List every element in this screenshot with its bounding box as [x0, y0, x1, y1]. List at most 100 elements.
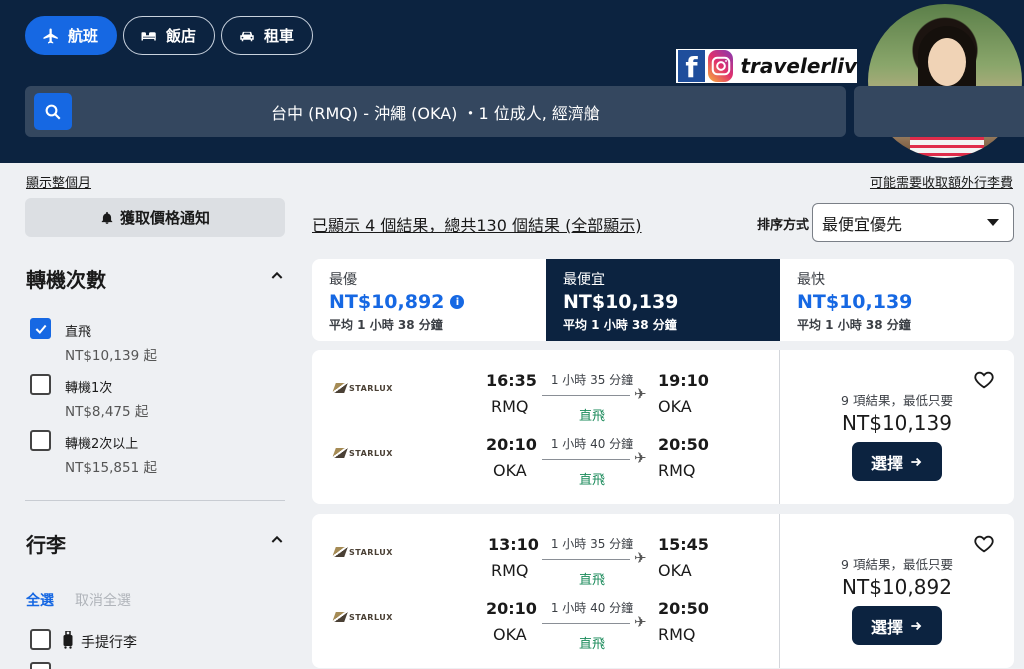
select-label: 選擇	[870, 453, 903, 473]
sort-tab-best[interactable]: 最優 NT$10,892 i 平均 1 小時 38 分鐘	[312, 259, 546, 341]
arrival-time: 20:50	[658, 599, 709, 618]
show-whole-month-link[interactable]: 顯示整個月	[26, 172, 91, 191]
stops-label: 直飛	[578, 637, 605, 652]
route-line	[542, 459, 630, 460]
filter-divider	[25, 500, 285, 501]
chevron-up-icon[interactable]	[269, 268, 285, 284]
departure-airport: OKA	[493, 625, 527, 644]
secondary-search-field[interactable]	[854, 86, 1024, 137]
product-tabs: 航班 飯店 租車	[25, 16, 314, 55]
plane-icon: ✈	[634, 449, 647, 467]
plane-icon: ✈	[634, 385, 647, 403]
sort-tab-label: 最快	[797, 272, 825, 288]
search-summary-bar[interactable]: 台中 (RMQ) - 沖繩 (OKA) ・1 位成人, 經濟艙	[25, 86, 846, 137]
facebook-icon: f	[678, 50, 706, 82]
checkbox-baggage-next[interactable]	[30, 662, 51, 669]
tab-flights[interactable]: 航班	[25, 16, 118, 55]
deselect-all-link[interactable]: 取消全選	[75, 590, 131, 610]
flight-card[interactable]: STARLUX 16:35 RMQ 1 小時 35 分鐘 ✈ 直飛 19:10 …	[312, 350, 1014, 504]
bed-icon	[141, 31, 156, 40]
heart-icon[interactable]	[973, 533, 995, 555]
tab-label: 航班	[68, 27, 99, 45]
tab-hotels[interactable]: 飯店	[123, 16, 216, 55]
plane-icon: ✈	[634, 613, 647, 631]
sort-tab-duration: 平均 1 小時 38 分鐘	[563, 318, 677, 332]
sort-tab-cheapest[interactable]: 最便宜 NT$10,139 平均 1 小時 38 分鐘	[546, 259, 780, 341]
tab-cars[interactable]: 租車	[221, 16, 314, 55]
checkbox-two-plus-stops[interactable]	[30, 430, 51, 451]
baggage-fee-link[interactable]: 可能需要收取額外行李費	[870, 172, 1013, 191]
select-flight-button[interactable]: 選擇	[852, 606, 942, 645]
price-note: 9 項結果，最低只要	[841, 557, 953, 572]
instagram-icon	[708, 50, 734, 82]
checkbox-one-stop[interactable]	[30, 374, 51, 395]
stops-option-price: NT$15,851 起	[65, 460, 157, 476]
checkbox-nonstop[interactable]	[30, 318, 51, 339]
price-note: 9 項結果，最低只要	[841, 393, 953, 408]
info-icon[interactable]: i	[450, 295, 465, 309]
sort-tab-fastest[interactable]: 最快 NT$10,139 平均 1 小時 38 分鐘	[780, 259, 1014, 341]
sort-tab-price: NT$10,139	[797, 291, 913, 313]
plane-icon: ✈	[634, 549, 647, 567]
select-flight-button[interactable]: 選擇	[852, 442, 942, 481]
sort-tabs: 最優 NT$10,892 i 平均 1 小時 38 分鐘 最便宜 NT$10,1…	[312, 259, 1014, 341]
airline-logo: STARLUX	[332, 448, 393, 458]
departure-time: 16:35	[486, 371, 537, 390]
carry-on-bag-icon	[63, 631, 73, 649]
chevron-up-icon[interactable]	[269, 532, 285, 548]
stops-filter-title: 轉機次數	[26, 268, 106, 292]
sort-tab-price: NT$10,892	[329, 291, 445, 313]
route-line	[542, 623, 630, 624]
sort-tab-label: 最優	[329, 272, 357, 288]
sort-dropdown[interactable]: 最便宜優先	[812, 203, 1014, 242]
stops-option-label: 轉機1次	[65, 381, 113, 396]
flight-card[interactable]: STARLUX 13:10 RMQ 1 小時 35 分鐘 ✈ 直飛 15:45 …	[312, 514, 1014, 668]
stops-option-price: NT$8,475 起	[65, 404, 149, 420]
brand-watermark: f travelerliv	[676, 49, 857, 83]
departure-airport: RMQ	[491, 397, 529, 416]
airline-name: STARLUX	[349, 547, 393, 557]
airline-logo: STARLUX	[332, 547, 393, 557]
departure-time: 20:10	[486, 435, 537, 454]
baggage-option-label: 手提行李	[81, 635, 137, 651]
header: 航班 飯店 租車 f travelerliv 台中 (RMQ) - 沖繩 (OK…	[0, 0, 1024, 163]
price-alert-label: 獲取價格通知	[119, 209, 210, 227]
arrival-airport: OKA	[658, 561, 692, 580]
price-alert-button[interactable]: 獲取價格通知	[25, 198, 285, 237]
stops-label: 直飛	[578, 409, 605, 424]
stops-label: 直飛	[578, 473, 605, 488]
airline-name: STARLUX	[349, 383, 393, 393]
departure-time: 20:10	[486, 599, 537, 618]
tab-label: 飯店	[166, 27, 197, 45]
results-count-link[interactable]: 已顯示 4 個結果，總共130 個結果 (全部顯示)	[312, 212, 642, 236]
arrow-right-icon	[911, 457, 922, 466]
departure-time: 13:10	[488, 535, 539, 554]
stops-label: 直飛	[578, 573, 605, 588]
arrival-time: 19:10	[658, 371, 709, 390]
car-icon	[240, 31, 254, 41]
select-all-link[interactable]: 全選	[26, 590, 54, 610]
arrival-time: 15:45	[658, 535, 709, 554]
sort-tab-label: 最便宜	[563, 272, 605, 288]
flight-duration: 1 小時 35 分鐘	[550, 537, 634, 551]
heart-icon[interactable]	[973, 369, 995, 391]
departure-airport: OKA	[493, 461, 527, 480]
arrival-airport: RMQ	[658, 625, 696, 644]
sort-tab-duration: 平均 1 小時 38 分鐘	[329, 318, 443, 332]
arrival-airport: RMQ	[658, 461, 696, 480]
baggage-filter-title: 行李	[26, 533, 66, 557]
flight-duration: 1 小時 35 分鐘	[550, 373, 634, 387]
departure-airport: RMQ	[491, 561, 529, 580]
arrival-airport: OKA	[658, 397, 692, 416]
brand-name: travelerliv	[740, 54, 857, 78]
flight-price: NT$10,892	[842, 575, 952, 599]
sort-tab-duration: 平均 1 小時 38 分鐘	[797, 318, 911, 332]
sort-selected-value: 最便宜優先	[822, 214, 903, 234]
airline-logo: STARLUX	[332, 383, 393, 393]
route-line	[542, 559, 630, 560]
arrival-time: 20:50	[658, 435, 709, 454]
airline-name: STARLUX	[349, 612, 393, 622]
plane-icon	[43, 28, 58, 43]
checkbox-carry-on[interactable]	[30, 629, 51, 650]
flight-duration: 1 小時 40 分鐘	[550, 437, 634, 451]
